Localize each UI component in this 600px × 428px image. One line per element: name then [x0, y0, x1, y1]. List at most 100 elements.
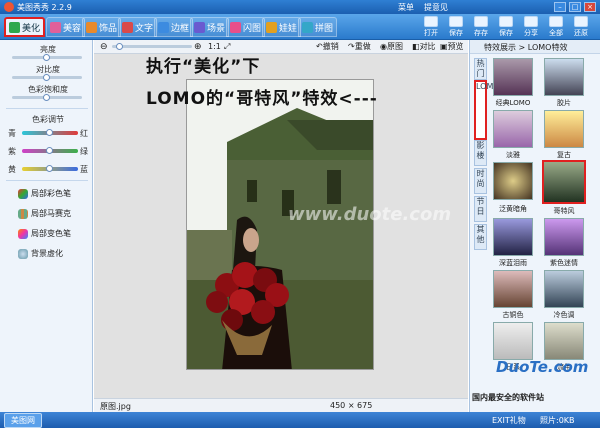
- brightness-slider[interactable]: [12, 54, 82, 61]
- contrast-slider[interactable]: [12, 74, 82, 81]
- all-button[interactable]: 全部: [545, 16, 567, 38]
- divider: [6, 108, 88, 109]
- effect-label: 紫色迷情: [550, 259, 578, 267]
- tool-label: 局部马赛克: [31, 209, 71, 218]
- yellow-blue-slider[interactable]: [22, 165, 78, 172]
- title-links: 菜单 提意见: [398, 2, 448, 13]
- tool-label: 局部彩色笔: [31, 189, 71, 198]
- undo-button[interactable]: ↶撤销: [316, 41, 339, 52]
- zoom-slider[interactable]: [112, 43, 192, 50]
- effect-deep-blue[interactable]: [493, 218, 533, 256]
- slider-knob[interactable]: [46, 165, 53, 172]
- effect-japanese[interactable]: [493, 322, 533, 360]
- effect-yellow-vignette[interactable]: [493, 162, 533, 200]
- tab-beauty[interactable]: 美容: [46, 17, 86, 37]
- effect-retro[interactable]: [544, 110, 584, 148]
- tab-collage[interactable]: 拼图: [298, 17, 338, 37]
- slider-knob[interactable]: [43, 54, 50, 61]
- cyan-red-slider[interactable]: [22, 129, 78, 136]
- save-button[interactable]: 保存: [445, 16, 467, 38]
- effect-bronze[interactable]: [493, 270, 533, 308]
- effect-purple[interactable]: [544, 218, 584, 256]
- slider-knob[interactable]: [43, 94, 50, 101]
- share-button[interactable]: 分享: [520, 16, 542, 38]
- restore-button[interactable]: 还原: [570, 16, 592, 38]
- tab-hot[interactable]: 热门: [474, 58, 487, 80]
- maximize-icon[interactable]: □: [569, 2, 581, 12]
- adjust-panel: 亮度 对比度 色彩饱和度 色彩调节 青 红 紫 绿 黄 蓝 局部彩色笔 局部马赛…: [0, 40, 93, 412]
- tab-frame[interactable]: 边框: [154, 17, 194, 37]
- effect-fleeting[interactable]: [544, 322, 584, 360]
- compare-button[interactable]: ◧对比: [412, 41, 436, 52]
- slider-knob[interactable]: [46, 129, 53, 136]
- preview-button[interactable]: ▣预览: [440, 41, 464, 52]
- tab-label: 拼图: [315, 23, 334, 34]
- gift-item[interactable]: EXIT礼物: [492, 415, 526, 426]
- tab-fashion[interactable]: 时尚: [474, 168, 487, 194]
- collage-icon: [302, 21, 313, 33]
- compare-label: 对比: [419, 42, 436, 51]
- tab-beautify[interactable]: 美化: [4, 17, 46, 37]
- tab-label: 边框: [171, 23, 190, 34]
- photo-size: 照片:0KB: [540, 416, 575, 425]
- tab-lomo[interactable]: LOMO: [474, 80, 500, 140]
- background-blur[interactable]: 背景虚化: [18, 248, 63, 259]
- restore-icon: [574, 16, 588, 27]
- save-share-button[interactable]: 保存: [495, 16, 517, 38]
- local-color-brush[interactable]: 局部彩色笔: [18, 188, 71, 199]
- zoom-in-icon[interactable]: ⊕: [194, 42, 202, 52]
- effect-cool-tone[interactable]: [544, 270, 584, 308]
- zoom-ratio[interactable]: 1:1: [208, 42, 221, 51]
- effect-gothic[interactable]: [542, 160, 586, 204]
- zoom-out-icon[interactable]: ⊖: [100, 42, 108, 52]
- open-button[interactable]: 打开: [420, 16, 442, 38]
- tab-text[interactable]: 文字: [118, 17, 158, 37]
- title-bar: 美图秀秀 2.2.9 菜单 提意见 – □ ×: [0, 0, 600, 14]
- tool-label: 背景虚化: [31, 249, 63, 258]
- slider-knob[interactable]: [46, 147, 53, 154]
- tab-doll[interactable]: 娃娃: [262, 17, 302, 37]
- tab-flash[interactable]: 闪图: [226, 17, 266, 37]
- original-label: 原图: [386, 42, 403, 51]
- fit-icon[interactable]: ⤢: [224, 42, 230, 52]
- feedback-link[interactable]: 提意见: [424, 2, 448, 13]
- annotation-line-1: 执行“美化”下: [146, 57, 261, 77]
- close-icon[interactable]: ×: [584, 2, 596, 12]
- redo-button[interactable]: ↷重做: [348, 41, 371, 52]
- beautify-icon: [9, 21, 20, 33]
- tab-festival[interactable]: 节日: [474, 196, 487, 222]
- effect-label: 深蓝泪雨: [499, 259, 527, 267]
- save-icon: [449, 16, 463, 27]
- tab-scene[interactable]: 场景: [190, 17, 230, 37]
- tab-studio[interactable]: 影楼: [474, 140, 487, 166]
- green-label: 绿: [80, 147, 88, 156]
- saturation-slider[interactable]: [12, 94, 82, 101]
- effect-label: 复古: [557, 151, 571, 159]
- minimize-icon[interactable]: –: [554, 2, 566, 12]
- menu-link[interactable]: 菜单: [398, 2, 414, 13]
- redo-label: 重做: [354, 42, 371, 51]
- local-recolor-brush[interactable]: 局部变色笔: [18, 228, 71, 239]
- app-taskbar-button[interactable]: 美图网: [4, 413, 42, 428]
- original-button[interactable]: ◉原图: [380, 41, 403, 52]
- tab-label: 美化: [22, 23, 41, 34]
- magenta-label: 紫: [8, 147, 16, 156]
- tool-label: 局部变色笔: [31, 229, 71, 238]
- main-toolbar: 美化 美容 饰品 文字 边框 场景 闪图 娃娃 拼图 打开 保存 存存 保存 分…: [0, 14, 600, 40]
- all-icon: [549, 16, 563, 27]
- tab-accessories[interactable]: 饰品: [82, 17, 122, 37]
- local-mosaic[interactable]: 局部马赛克: [18, 208, 71, 219]
- zoom-knob[interactable]: [116, 43, 123, 50]
- effect-elegant[interactable]: [493, 110, 533, 148]
- slider-knob[interactable]: [43, 74, 50, 81]
- frame-icon: [158, 21, 169, 33]
- effect-film[interactable]: [544, 58, 584, 96]
- effects-breadcrumb: 特效展示 > LOMO特效: [470, 40, 600, 54]
- effect-classic-lomo[interactable]: [493, 58, 533, 96]
- magenta-green-slider[interactable]: [22, 147, 78, 154]
- save-as-icon: [474, 16, 488, 27]
- tab-other[interactable]: 其他: [474, 224, 487, 250]
- disk-icon: [499, 16, 513, 27]
- save-as-button[interactable]: 存存: [470, 16, 492, 38]
- effect-label: 哥特风: [553, 207, 575, 215]
